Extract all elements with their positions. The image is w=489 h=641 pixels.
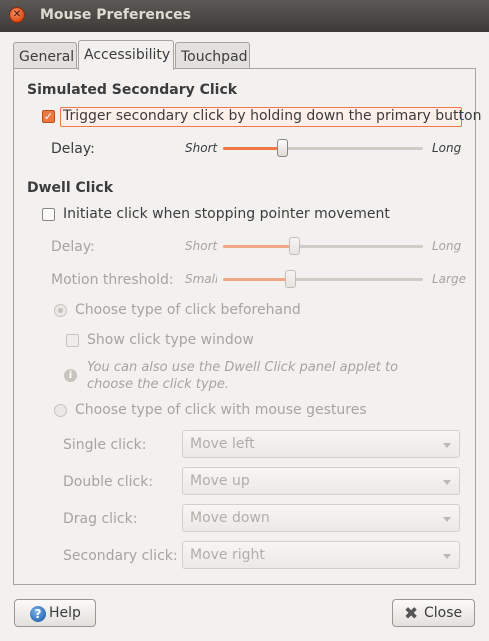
secondary-click-combo[interactable]: Move right: [182, 541, 460, 569]
click-gestures-radio[interactable]: [54, 404, 67, 417]
section-heading-secondary: Simulated Secondary Click: [27, 82, 238, 98]
motion-threshold-slider[interactable]: [223, 270, 423, 288]
info-text-line2: choose the click type.: [87, 377, 230, 392]
dwell-delay-min-label: Short: [185, 239, 218, 253]
motion-threshold-min-label: Small: [185, 272, 217, 286]
slider-handle[interactable]: [277, 139, 288, 157]
secondary-delay-min-label: Short: [185, 141, 218, 155]
double-click-combo[interactable]: Move up: [182, 467, 460, 495]
click-beforehand-label: Choose type of click beforehand: [75, 302, 301, 318]
slider-handle[interactable]: [285, 270, 296, 288]
single-click-label: Single click:: [63, 437, 147, 453]
chevron-down-icon: [443, 480, 451, 485]
double-click-label: Double click:: [63, 474, 154, 490]
help-icon: ?: [30, 606, 46, 622]
dwell-click-checkbox[interactable]: [42, 208, 55, 221]
secondary-click-gesture-label: Secondary click:: [63, 548, 178, 564]
help-button-label: Help: [49, 605, 81, 621]
dwell-delay-label: Delay:: [51, 239, 95, 255]
chevron-down-icon: [443, 443, 451, 448]
motion-threshold-label: Motion threshold:: [51, 272, 174, 288]
slider-handle[interactable]: [289, 237, 300, 255]
help-button[interactable]: ? Help: [14, 599, 96, 627]
drag-click-combo[interactable]: Move down: [182, 504, 460, 532]
dwell-click-label: Initiate click when stopping pointer mov…: [63, 206, 390, 222]
click-gestures-label: Choose type of click with mouse gestures: [75, 402, 367, 418]
show-click-window-label: Show click type window: [87, 332, 254, 348]
chevron-down-icon: [443, 517, 451, 522]
section-heading-dwell: Dwell Click: [27, 180, 114, 196]
slider-fill: [223, 147, 283, 150]
double-click-value: Move up: [190, 473, 250, 489]
info-text-line1: You can also use the Dwell Click panel a…: [87, 360, 399, 375]
close-button[interactable]: ✖ Close: [392, 599, 475, 627]
close-button-label: Close: [424, 605, 463, 621]
motion-threshold-max-label: Large: [432, 272, 466, 286]
slider-fill: [223, 278, 291, 281]
dwell-delay-slider[interactable]: [223, 237, 423, 255]
secondary-click-label: Trigger secondary click by holding down …: [63, 108, 482, 124]
title-bar: ✕ Mouse Preferences: [0, 0, 489, 32]
secondary-delay-slider[interactable]: [223, 139, 423, 157]
secondary-click-value: Move right: [190, 547, 265, 563]
info-icon: i: [64, 369, 77, 382]
chevron-down-icon: [443, 554, 451, 559]
tab-general[interactable]: General: [13, 42, 77, 68]
dwell-delay-max-label: Long: [432, 239, 462, 253]
slider-fill: [223, 245, 295, 248]
drag-click-label: Drag click:: [63, 511, 138, 527]
show-click-window-checkbox[interactable]: [66, 334, 79, 347]
secondary-delay-max-label: Long: [432, 141, 462, 155]
tab-touchpad[interactable]: Touchpad: [175, 42, 250, 68]
drag-click-value: Move down: [190, 510, 270, 526]
single-click-combo[interactable]: Move left: [182, 430, 460, 458]
secondary-click-checkbox[interactable]: ✓: [42, 110, 55, 123]
secondary-delay-label: Delay:: [51, 141, 95, 157]
click-beforehand-radio[interactable]: [54, 304, 67, 317]
single-click-value: Move left: [190, 436, 255, 452]
window-close-icon[interactable]: ✕: [9, 7, 25, 23]
window-title: Mouse Preferences: [40, 7, 191, 23]
close-icon: ✖: [404, 604, 419, 624]
tab-accessibility[interactable]: Accessibility: [78, 40, 174, 70]
